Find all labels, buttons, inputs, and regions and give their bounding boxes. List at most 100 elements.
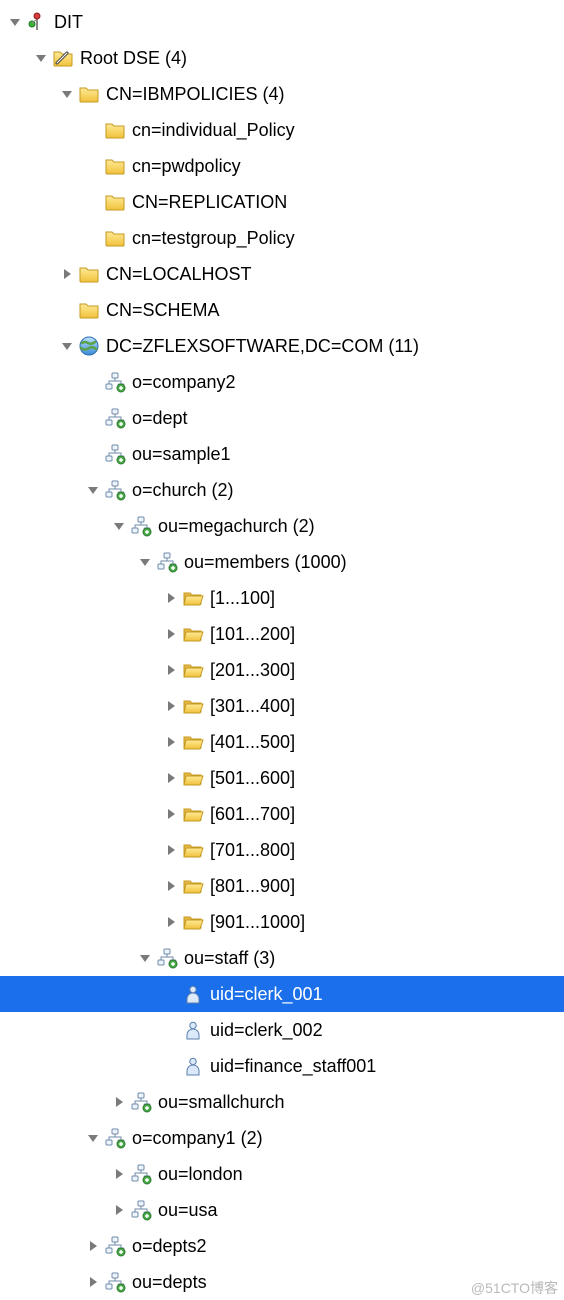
- tree-row[interactable]: [501...600]: [0, 760, 564, 796]
- disclosure-right-icon[interactable]: [162, 877, 180, 895]
- tree-item-label: CN=REPLICATION: [132, 192, 293, 213]
- disclosure-right-icon[interactable]: [162, 625, 180, 643]
- folder-open-icon: [182, 803, 204, 825]
- tree-item-label: [801...900]: [210, 876, 301, 897]
- tree-row[interactable]: uid=clerk_001: [0, 976, 564, 1012]
- tree-row[interactable]: ou=smallchurch: [0, 1084, 564, 1120]
- disclosure-right-icon[interactable]: [162, 733, 180, 751]
- disclosure-right-icon[interactable]: [110, 1201, 128, 1219]
- root-icon: [26, 11, 48, 33]
- org-unit-icon: [156, 947, 178, 969]
- tree-item-label: o=company2: [132, 372, 242, 393]
- tree-item-label: CN=LOCALHOST: [106, 264, 258, 285]
- tree-row[interactable]: ou=staff (3): [0, 940, 564, 976]
- tree-row[interactable]: [301...400]: [0, 688, 564, 724]
- tree-item-label: cn=testgroup_Policy: [132, 228, 301, 249]
- tree-row[interactable]: cn=testgroup_Policy: [0, 220, 564, 256]
- tree-row[interactable]: CN=SCHEMA: [0, 292, 564, 328]
- tree-item-label: [401...500]: [210, 732, 301, 753]
- disclosure-down-icon[interactable]: [58, 85, 76, 103]
- tree-row[interactable]: ou=members (1000): [0, 544, 564, 580]
- disclosure-down-icon[interactable]: [110, 517, 128, 535]
- tree-item-label: uid=finance_staff001: [210, 1056, 382, 1077]
- disclosure-down-icon[interactable]: [58, 337, 76, 355]
- tree-row[interactable]: o=company1 (2): [0, 1120, 564, 1156]
- tree-row[interactable]: [801...900]: [0, 868, 564, 904]
- tree-row[interactable]: o=dept: [0, 400, 564, 436]
- org-unit-icon: [104, 1127, 126, 1149]
- folder-icon: [104, 227, 126, 249]
- tree-row[interactable]: CN=IBMPOLICIES (4): [0, 76, 564, 112]
- org-unit-icon: [104, 371, 126, 393]
- tree-item-label: [201...300]: [210, 660, 301, 681]
- disclosure-right-icon[interactable]: [162, 769, 180, 787]
- disclosure-right-icon[interactable]: [162, 913, 180, 931]
- tree-row[interactable]: Root DSE (4): [0, 40, 564, 76]
- folder-icon: [104, 155, 126, 177]
- disclosure-right-icon[interactable]: [84, 1237, 102, 1255]
- tree-item-label: ou=members (1000): [184, 552, 353, 573]
- disclosure-right-icon[interactable]: [110, 1165, 128, 1183]
- tree-row[interactable]: ou=usa: [0, 1192, 564, 1228]
- disclosure-right-icon[interactable]: [162, 841, 180, 859]
- tree-row[interactable]: ou=london: [0, 1156, 564, 1192]
- tree-row[interactable]: [601...700]: [0, 796, 564, 832]
- org-unit-icon: [104, 479, 126, 501]
- org-unit-icon: [130, 515, 152, 537]
- tree-row[interactable]: [101...200]: [0, 616, 564, 652]
- tree-item-label: DC=ZFLEXSOFTWARE,DC=COM (11): [106, 336, 425, 357]
- tree-row[interactable]: CN=LOCALHOST: [0, 256, 564, 292]
- tree-item-label: [601...700]: [210, 804, 301, 825]
- tree-item-label: cn=individual_Policy: [132, 120, 301, 141]
- disclosure-none: [162, 1021, 180, 1039]
- tree-item-label: [901...1000]: [210, 912, 311, 933]
- tree-row[interactable]: uid=finance_staff001: [0, 1048, 564, 1084]
- tree-item-label: o=company1 (2): [132, 1128, 269, 1149]
- tree-row[interactable]: [201...300]: [0, 652, 564, 688]
- tree-row[interactable]: cn=individual_Policy: [0, 112, 564, 148]
- tree-row[interactable]: DC=ZFLEXSOFTWARE,DC=COM (11): [0, 328, 564, 364]
- folder-open-icon: [182, 767, 204, 789]
- tree-row[interactable]: o=company2: [0, 364, 564, 400]
- folder-icon: [78, 263, 100, 285]
- disclosure-down-icon[interactable]: [136, 553, 154, 571]
- disclosure-down-icon[interactable]: [6, 13, 24, 31]
- ldap-tree[interactable]: DIT Root DSE (4) CN=IBMPOLICIES (4) cn=i…: [0, 0, 564, 1300]
- disclosure-right-icon[interactable]: [84, 1273, 102, 1291]
- tree-row[interactable]: CN=REPLICATION: [0, 184, 564, 220]
- tree-item-label: uid=clerk_002: [210, 1020, 329, 1041]
- tree-row[interactable]: [401...500]: [0, 724, 564, 760]
- disclosure-right-icon[interactable]: [162, 661, 180, 679]
- tree-row[interactable]: uid=clerk_002: [0, 1012, 564, 1048]
- tree-item-label: uid=clerk_001: [210, 984, 329, 1005]
- tree-item-label: ou=usa: [158, 1200, 224, 1221]
- disclosure-down-icon[interactable]: [84, 1129, 102, 1147]
- tree-item-label: CN=SCHEMA: [106, 300, 226, 321]
- tree-row[interactable]: [901...1000]: [0, 904, 564, 940]
- disclosure-right-icon[interactable]: [110, 1093, 128, 1111]
- tree-item-label: CN=IBMPOLICIES (4): [106, 84, 291, 105]
- tree-row[interactable]: [1...100]: [0, 580, 564, 616]
- org-unit-icon: [104, 443, 126, 465]
- tree-row[interactable]: ou=sample1: [0, 436, 564, 472]
- disclosure-right-icon[interactable]: [162, 697, 180, 715]
- org-unit-icon: [104, 1271, 126, 1293]
- tree-row[interactable]: ou=megachurch (2): [0, 508, 564, 544]
- folder-icon: [78, 83, 100, 105]
- disclosure-down-icon[interactable]: [32, 49, 50, 67]
- disclosure-right-icon[interactable]: [162, 805, 180, 823]
- folder-open-icon: [182, 695, 204, 717]
- tree-row[interactable]: o=church (2): [0, 472, 564, 508]
- tree-row[interactable]: DIT: [0, 4, 564, 40]
- disclosure-right-icon[interactable]: [162, 589, 180, 607]
- tree-row[interactable]: o=depts2: [0, 1228, 564, 1264]
- disclosure-none: [162, 1057, 180, 1075]
- disclosure-right-icon[interactable]: [58, 265, 76, 283]
- disclosure-down-icon[interactable]: [84, 481, 102, 499]
- disclosure-none: [84, 373, 102, 391]
- tree-row[interactable]: cn=pwdpolicy: [0, 148, 564, 184]
- disclosure-none: [84, 229, 102, 247]
- tree-row[interactable]: [701...800]: [0, 832, 564, 868]
- folder-open-icon: [182, 839, 204, 861]
- disclosure-down-icon[interactable]: [136, 949, 154, 967]
